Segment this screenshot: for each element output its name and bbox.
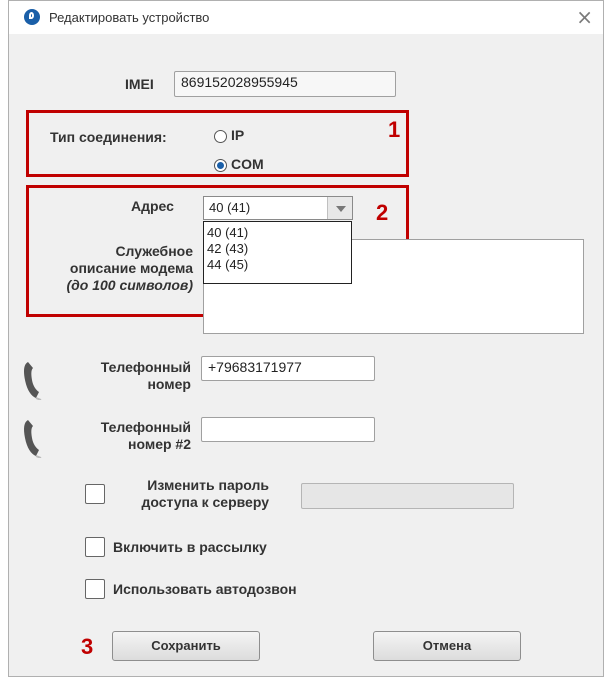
mailing-label: Включить в рассылку bbox=[113, 539, 267, 555]
radio-ip[interactable] bbox=[214, 130, 227, 143]
save-button[interactable]: Сохранить bbox=[112, 631, 260, 661]
phone2-label-line1: Телефонный bbox=[100, 419, 191, 435]
address-selected-value: 40 (41) bbox=[209, 200, 251, 215]
annotation-marker-3: 3 bbox=[81, 634, 94, 659]
phone2-input[interactable] bbox=[201, 417, 375, 442]
change-password-label: Изменить пароль доступа к серверу bbox=[109, 477, 269, 511]
autodial-label: Использовать автодозвон bbox=[113, 581, 297, 597]
change-password-label-line2: доступа к серверу bbox=[141, 494, 269, 510]
address-dropdown-list: 40 (41) 42 (43) 44 (45) bbox=[203, 221, 352, 284]
password-field[interactable] bbox=[301, 483, 514, 509]
app-logo-icon bbox=[24, 9, 40, 25]
description-label: Служебное описание модема (до 100 символ… bbox=[37, 243, 193, 294]
imei-label: IMEI bbox=[125, 76, 154, 92]
description-label-line3: (до 100 символов) bbox=[66, 277, 193, 293]
radio-com[interactable] bbox=[214, 159, 227, 172]
phone2-label: Телефонный номер #2 bbox=[57, 419, 191, 453]
phone-icon bbox=[24, 420, 42, 458]
mailing-checkbox[interactable] bbox=[85, 537, 105, 557]
annotation-marker-1: 1 bbox=[388, 117, 401, 142]
window-title: Редактировать устройство bbox=[49, 10, 210, 25]
radio-ip-label: IP bbox=[231, 127, 245, 143]
description-label-line1: Служебное bbox=[115, 243, 193, 259]
close-icon[interactable]: × bbox=[576, 5, 593, 29]
address-option[interactable]: 40 (41) bbox=[204, 225, 351, 241]
edit-device-dialog: Редактировать устройство × IMEI 86915202… bbox=[8, 0, 604, 677]
phone1-label-line1: Телефонный bbox=[100, 359, 191, 375]
radio-com-label: COM bbox=[231, 156, 264, 172]
phone-icon bbox=[24, 362, 42, 400]
connection-type-label: Тип соединения: bbox=[50, 129, 167, 145]
annotation-marker-2: 2 bbox=[376, 200, 389, 225]
autodial-checkbox[interactable] bbox=[85, 579, 105, 599]
address-option[interactable]: 44 (45) bbox=[204, 257, 351, 273]
cancel-button[interactable]: Отмена bbox=[373, 631, 521, 661]
phone2-label-line2: номер #2 bbox=[128, 436, 191, 452]
change-password-label-line1: Изменить пароль bbox=[147, 477, 269, 493]
chevron-down-icon[interactable] bbox=[327, 197, 352, 219]
imei-field[interactable]: 869152028955945 bbox=[174, 71, 396, 97]
address-label: Адрес bbox=[131, 198, 174, 214]
change-password-checkbox[interactable] bbox=[85, 484, 105, 504]
address-select[interactable]: 40 (41) bbox=[203, 196, 353, 220]
phone1-input[interactable]: +79683171977 bbox=[201, 356, 375, 381]
description-label-line2: описание модема bbox=[69, 260, 193, 276]
address-option[interactable]: 42 (43) bbox=[204, 241, 351, 257]
phone1-label-line2: номер bbox=[147, 376, 191, 392]
phone1-label: Телефонный номер bbox=[57, 359, 191, 393]
title-bar: Редактировать устройство × bbox=[9, 1, 603, 34]
